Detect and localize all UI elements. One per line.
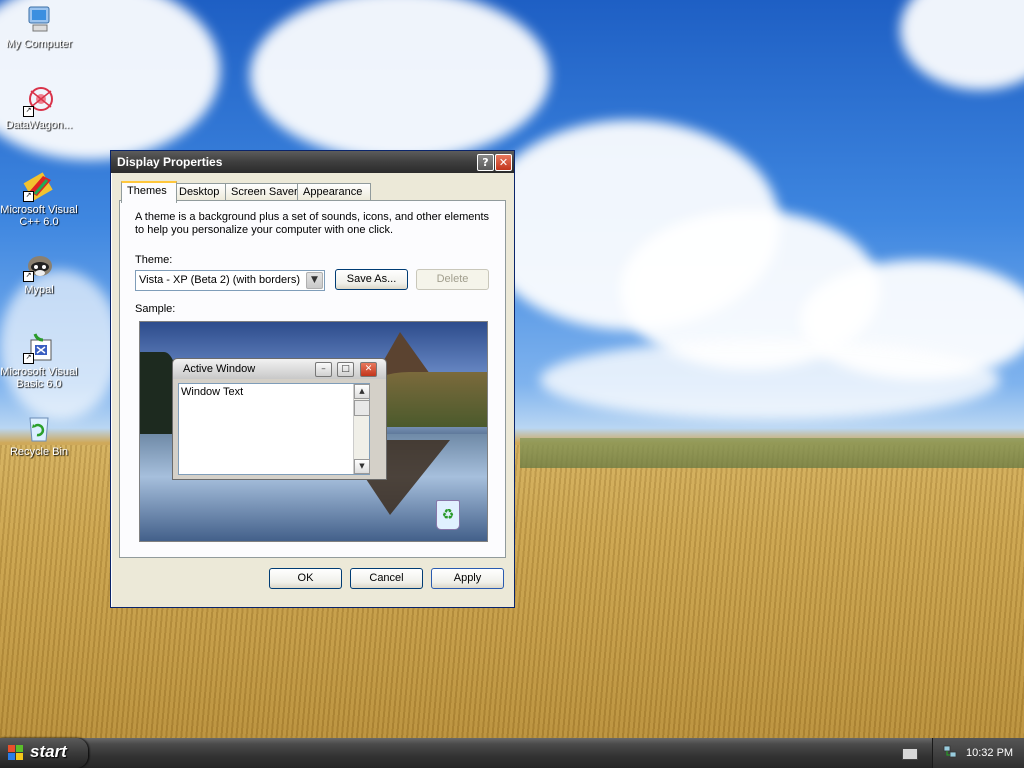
- desktop-icon-mypal[interactable]: ↗ Mypal: [0, 250, 78, 296]
- desktop-icon-label: Microsoft Visual Basic 6.0: [0, 366, 78, 390]
- display-properties-dialog: Display Properties ? ✕ Themes Desktop Sc…: [110, 150, 515, 608]
- scroll-up-icon: ▲: [354, 384, 370, 399]
- recycle-bin-icon: [23, 412, 55, 444]
- ok-button[interactable]: OK: [269, 568, 342, 589]
- chevron-down-icon[interactable]: ▼: [306, 272, 323, 289]
- theme-label: Theme:: [135, 254, 173, 266]
- system-tray: 10:32 PM: [932, 738, 1024, 768]
- sample-window-text: Window Text: [181, 386, 244, 398]
- start-button[interactable]: start: [0, 738, 88, 768]
- theme-dropdown-value: Vista - XP (Beta 2) (with borders): [139, 274, 300, 286]
- themes-panel: A theme is a background plus a set of so…: [119, 200, 506, 558]
- cloud: [250, 0, 550, 160]
- shortcut-arrow-icon: ↗: [23, 271, 34, 282]
- maximize-icon: □: [337, 362, 354, 377]
- desktop-icon-label: Mypal: [24, 284, 54, 296]
- visual-basic-icon: ↗: [23, 332, 55, 364]
- shortcut-arrow-icon: ↗: [23, 353, 34, 364]
- apply-button[interactable]: Apply: [431, 568, 504, 589]
- shortcut-arrow-icon: ↗: [23, 191, 34, 202]
- scroll-thumb: [354, 400, 370, 416]
- cloud: [900, 0, 1024, 90]
- windows-logo-icon: [8, 745, 24, 761]
- tab-appearance[interactable]: Appearance: [297, 183, 371, 201]
- save-as-button[interactable]: Save As...: [335, 269, 408, 290]
- desktop-icon-label: Recycle Bin: [9, 446, 69, 458]
- taskbar: start 10:32 PM: [0, 738, 1024, 768]
- close-button[interactable]: ✕: [495, 154, 512, 171]
- network-icon[interactable]: [943, 745, 957, 759]
- raccoon-icon: ↗: [23, 250, 55, 282]
- start-label: start: [30, 742, 67, 761]
- tab-desktop[interactable]: Desktop: [173, 183, 229, 201]
- cloud: [540, 340, 1000, 420]
- sample-label: Sample:: [135, 303, 176, 315]
- sample-recycle-bin-icon: ♻: [436, 500, 460, 530]
- theme-sample-preview: ♻ Active Window – □ ✕ Window Text ▲ ▼: [139, 321, 488, 542]
- desktop-icon-datawagon[interactable]: ↗ DataWagon...: [0, 85, 78, 131]
- sample-active-window: Active Window – □ ✕ Window Text ▲ ▼: [172, 358, 387, 480]
- distant-hills: [520, 438, 1024, 468]
- sample-ridge: [370, 372, 487, 427]
- dialog-title: Display Properties: [117, 155, 223, 169]
- scroll-down-icon: ▼: [354, 459, 370, 474]
- close-icon: ✕: [360, 362, 377, 377]
- desktop-icon-recycle-bin[interactable]: Recycle Bin: [0, 412, 78, 458]
- sample-window-body: Window Text ▲ ▼: [178, 383, 370, 475]
- desktop-icon-label: Microsoft Visual C++ 6.0: [0, 204, 78, 228]
- desktop-icon-label: DataWagon...: [5, 119, 73, 131]
- sample-window-title: Active Window: [183, 363, 256, 375]
- visual-cpp-icon: ↗: [23, 170, 55, 202]
- delete-button[interactable]: Delete: [416, 269, 489, 290]
- clock[interactable]: 10:32 PM: [966, 747, 1013, 759]
- datawagon-icon: ↗: [23, 85, 55, 117]
- desktop-icon-my-computer[interactable]: My Computer: [0, 4, 78, 50]
- tab-themes[interactable]: Themes: [121, 181, 177, 203]
- help-button[interactable]: ?: [477, 154, 494, 171]
- sample-scrollbar: ▲ ▼: [353, 384, 370, 474]
- sample-window-titlebar: Active Window – □ ✕: [173, 359, 386, 379]
- theme-description: A theme is a background plus a set of so…: [135, 211, 490, 236]
- theme-dropdown[interactable]: Vista - XP (Beta 2) (with borders) ▼: [135, 270, 325, 291]
- desktop-icon-visual-basic[interactable]: ↗ Microsoft Visual Basic 6.0: [0, 332, 78, 390]
- cancel-button[interactable]: Cancel: [350, 568, 423, 589]
- keyboard-icon[interactable]: [902, 748, 918, 760]
- shortcut-arrow-icon: ↗: [23, 106, 34, 117]
- desktop-icon-label: My Computer: [5, 38, 73, 50]
- computer-icon: [23, 4, 55, 36]
- minimize-icon: –: [315, 362, 332, 377]
- tab-screen-saver[interactable]: Screen Saver: [225, 183, 301, 201]
- desktop-icon-visual-cpp[interactable]: ↗ Microsoft Visual C++ 6.0: [0, 170, 78, 228]
- dialog-titlebar[interactable]: Display Properties ? ✕: [111, 151, 514, 173]
